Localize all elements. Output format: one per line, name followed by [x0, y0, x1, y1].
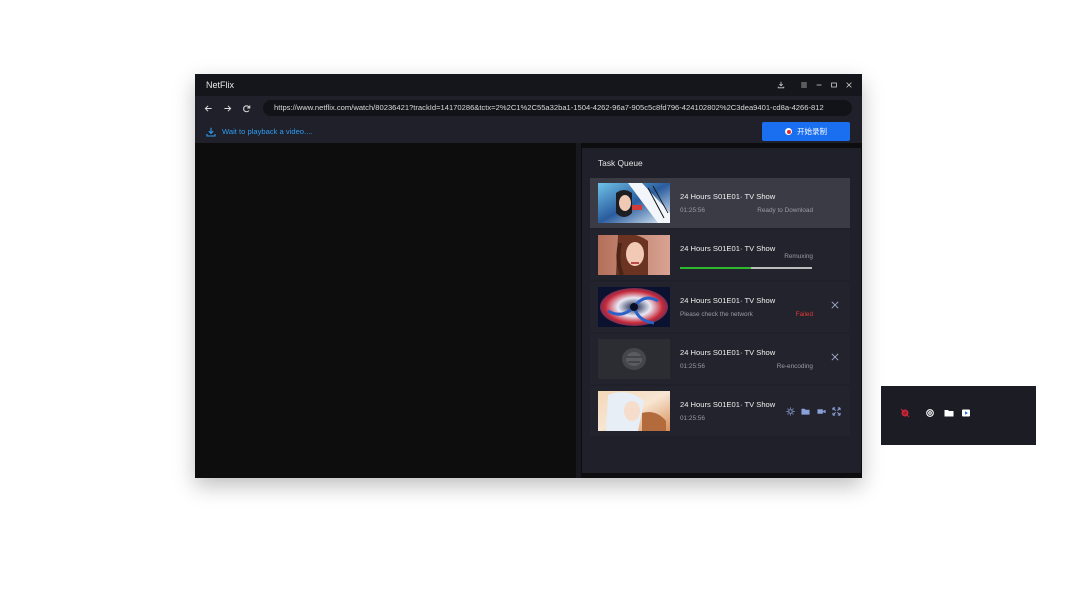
action-bar: Wait to playback a video.... 开始录制 — [195, 120, 862, 143]
task-status: Remuxing — [784, 253, 813, 260]
task-item[interactable]: 24 Hours S01E01· TV Show 01:25:56 Re-enc… — [590, 334, 850, 384]
video-icon[interactable] — [816, 407, 826, 416]
refresh-icon[interactable] — [240, 102, 252, 114]
task-title: 24 Hours S01E01· TV Show — [680, 192, 776, 201]
url-input[interactable]: https://www.netflix.com/watch/80236421?t… — [263, 100, 852, 116]
task-thumbnail — [598, 339, 670, 379]
task-thumbnail — [598, 183, 670, 223]
gear-icon[interactable] — [785, 407, 795, 416]
task-title: 24 Hours S01E01· TV Show — [680, 348, 776, 357]
expand-icon[interactable] — [832, 407, 841, 416]
minimize-icon[interactable] — [812, 78, 826, 92]
task-thumbnail — [598, 235, 670, 275]
task-message: Please check the network — [680, 311, 753, 318]
navigation-bar: https://www.netflix.com/watch/80236421?t… — [195, 96, 862, 120]
record-icon[interactable] — [900, 408, 910, 418]
progress-fill — [680, 267, 752, 269]
gear-icon[interactable] — [925, 408, 935, 418]
folder-icon[interactable] — [944, 408, 954, 418]
task-status: Failed — [795, 311, 813, 318]
play-icon[interactable] — [961, 408, 971, 418]
maximize-icon[interactable] — [827, 78, 841, 92]
task-queue-panel: Task Queue 24 Hours S01E01· TV Show 01:2… — [582, 148, 861, 473]
task-duration: 01:25:56 — [680, 363, 705, 370]
status-text: Wait to playback a video.... — [222, 127, 313, 136]
task-item[interactable]: 24 Hours S01E01· TV Show Remuxing — [590, 230, 850, 280]
progress-bar — [680, 267, 812, 269]
window-controls — [773, 78, 856, 92]
video-player[interactable] — [195, 143, 576, 478]
panel-divider[interactable] — [576, 143, 581, 478]
close-icon[interactable] — [830, 352, 840, 362]
title-bar: NetFlix — [195, 74, 862, 96]
task-title: 24 Hours S01E01· TV Show — [680, 244, 776, 253]
task-thumbnail — [598, 287, 670, 327]
task-title: 24 Hours S01E01· TV Show — [680, 400, 776, 409]
task-item[interactable]: 24 Hours S01E01· TV Show 01:25:56 — [590, 386, 850, 436]
download-icon — [206, 127, 216, 137]
task-status: Ready to Download — [757, 207, 813, 214]
arrow-left-icon[interactable] — [202, 102, 214, 114]
app-title: NetFlix — [206, 80, 235, 90]
app-window: NetFlix https://www.netflix.com/watch/80… — [195, 74, 862, 478]
record-button-label: 开始录制 — [797, 127, 827, 136]
task-thumbnail — [598, 391, 670, 431]
task-item[interactable]: 24 Hours S01E01· TV Show Please check th… — [590, 282, 850, 332]
record-icon — [785, 128, 792, 135]
download-icon[interactable] — [774, 78, 788, 92]
task-status: Re-encoding — [776, 363, 813, 370]
queue-title: Task Queue — [598, 158, 643, 168]
close-icon[interactable] — [830, 300, 840, 310]
close-icon[interactable] — [842, 78, 856, 92]
arrow-right-icon[interactable] — [221, 102, 233, 114]
task-actions — [779, 407, 841, 416]
folder-icon[interactable] — [801, 407, 810, 416]
task-item[interactable]: 24 Hours S01E01· TV Show 01:25:56 Ready … — [590, 178, 850, 228]
menu-icon[interactable] — [797, 78, 811, 92]
start-recording-button[interactable]: 开始录制 — [762, 122, 850, 141]
task-duration: 01:25:56 — [680, 415, 705, 422]
floating-toolbar — [881, 386, 1036, 445]
task-duration: 01:25:56 — [680, 207, 705, 214]
task-title: 24 Hours S01E01· TV Show — [680, 296, 776, 305]
